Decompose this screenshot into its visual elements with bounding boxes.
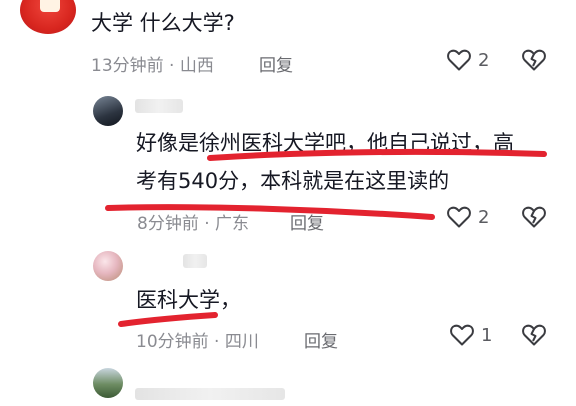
annotation-underline	[207, 148, 547, 161]
annotation-layer	[105, 148, 547, 327]
annotation-underline	[105, 204, 435, 220]
annotation-underline	[118, 312, 218, 327]
